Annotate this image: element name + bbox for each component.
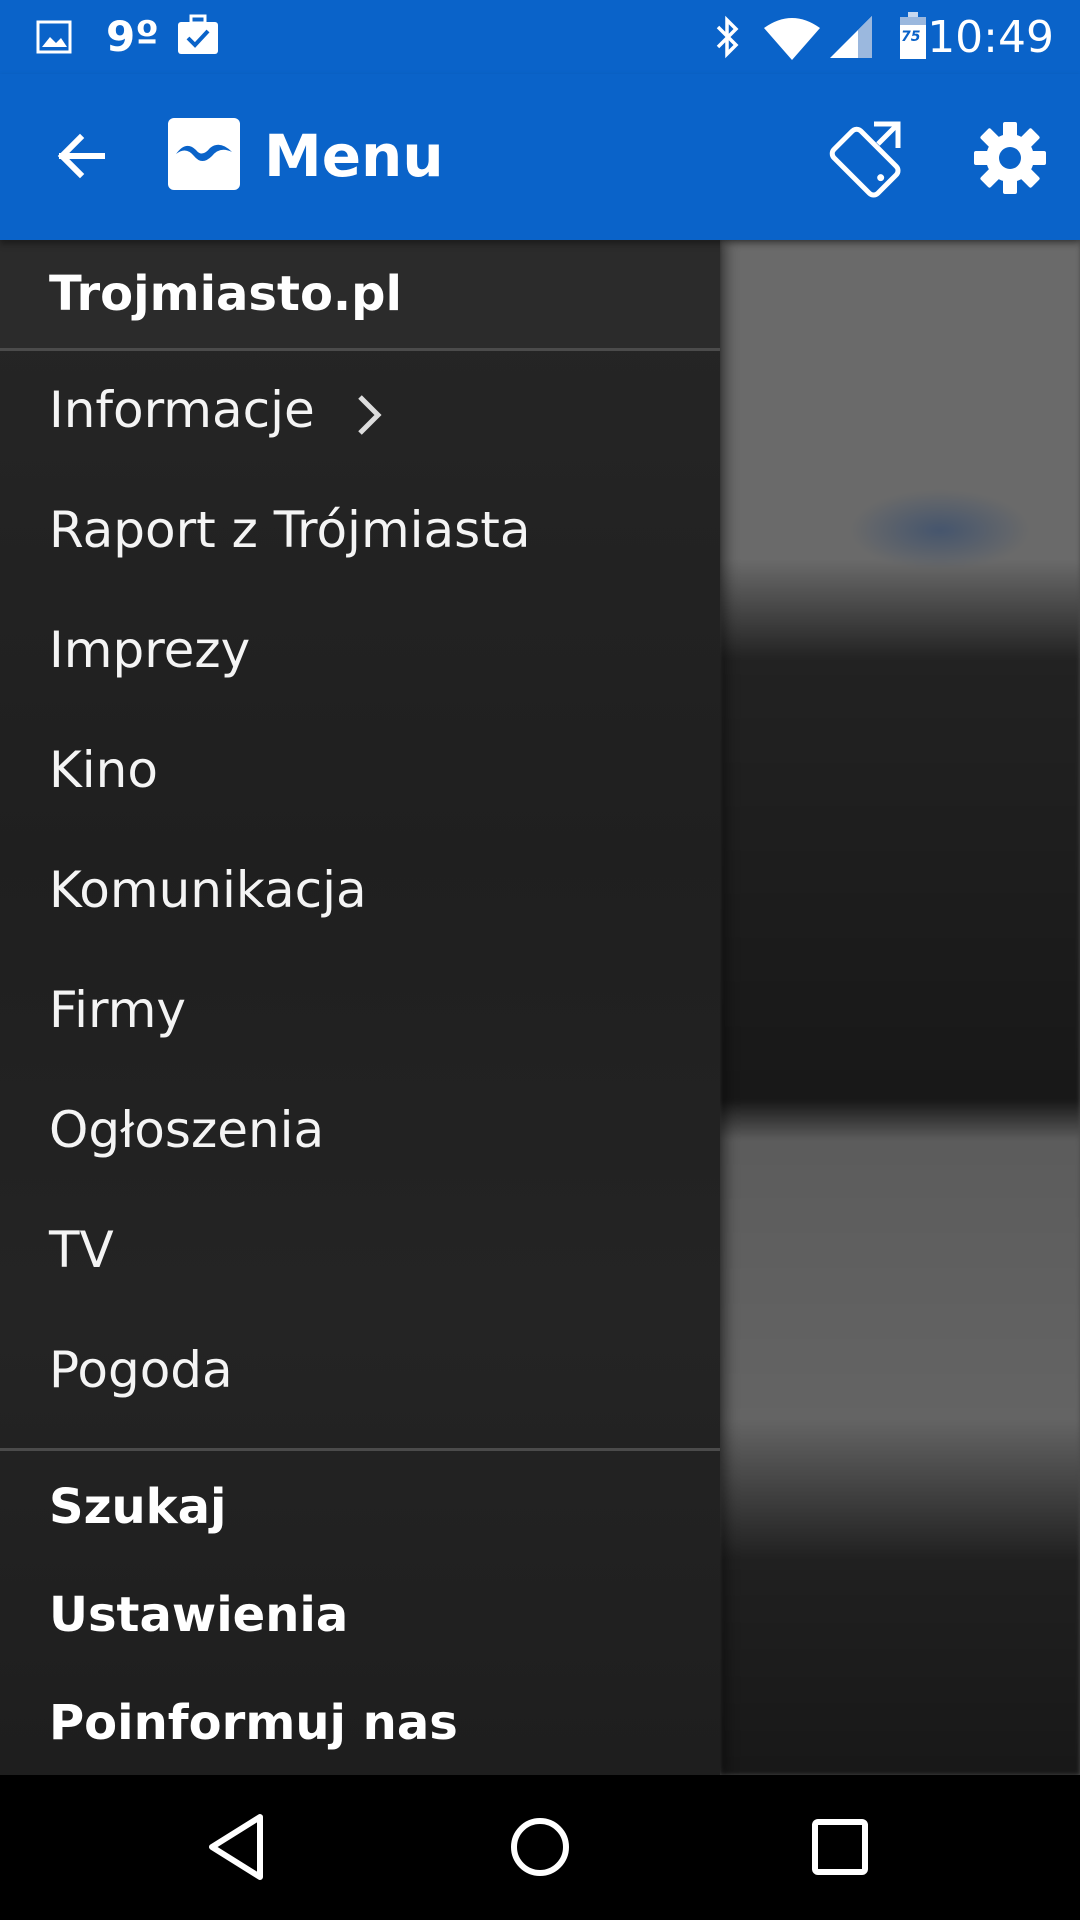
cell-signal-icon xyxy=(830,16,872,58)
work-notification-icon xyxy=(178,14,218,54)
status-temperature: 9º xyxy=(106,12,159,61)
menu-item-label: Firmy xyxy=(49,981,186,1039)
footer-item-poinformuj[interactable]: Poinformuj nas xyxy=(0,1669,720,1777)
drawer-divider xyxy=(0,1448,720,1451)
menu-item-imprezy[interactable]: Imprezy xyxy=(0,591,720,711)
menu-item-label: Kino xyxy=(49,741,158,799)
menu-item-ogloszenia[interactable]: Ogłoszenia xyxy=(0,1071,720,1191)
menu-item-label: Komunikacja xyxy=(49,861,367,919)
back-arrow-icon[interactable] xyxy=(52,126,112,186)
menu-item-label: Imprezy xyxy=(49,621,251,679)
wifi-icon xyxy=(764,18,820,60)
menu-item-raport[interactable]: Raport z Trójmiasta xyxy=(0,471,720,591)
nav-back-icon[interactable] xyxy=(200,1807,280,1887)
app-bar: Menu xyxy=(0,74,1080,240)
rotate-screen-icon[interactable] xyxy=(818,112,908,202)
menu-item-label: TV xyxy=(49,1221,114,1279)
footer-item-label: Szukaj xyxy=(49,1479,227,1535)
footer-item-label: Poinformuj nas xyxy=(49,1695,458,1751)
screen: 9º 75 10:49 Menu Trojmiasto.pl Informacj… xyxy=(0,0,1080,1920)
status-time: 10:49 xyxy=(927,12,1054,63)
system-nav-bar xyxy=(0,1775,1080,1920)
nav-home-icon[interactable] xyxy=(500,1807,580,1887)
status-bar: 9º 75 10:49 xyxy=(0,0,1080,74)
menu-item-label: Ogłoszenia xyxy=(49,1101,325,1159)
menu-item-firmy[interactable]: Firmy xyxy=(0,951,720,1071)
footer-item-szukaj[interactable]: Szukaj xyxy=(0,1453,720,1561)
menu-item-label: Raport z Trójmiasta xyxy=(49,501,531,559)
footer-item-ustawienia[interactable]: Ustawienia xyxy=(0,1561,720,1669)
menu-item-tv[interactable]: TV xyxy=(0,1191,720,1311)
battery-level: 75 xyxy=(901,29,921,45)
menu-item-pogoda[interactable]: Pogoda xyxy=(0,1311,720,1431)
drawer-header-title: Trojmiasto.pl xyxy=(49,266,402,322)
image-notification-icon xyxy=(36,20,72,54)
nav-recents-icon[interactable] xyxy=(800,1807,880,1887)
bluetooth-icon xyxy=(716,15,739,59)
page-title: Menu xyxy=(264,122,444,190)
menu-item-label: Pogoda xyxy=(49,1341,233,1399)
menu-item-kino[interactable]: Kino xyxy=(0,711,720,831)
drawer-header: Trojmiasto.pl xyxy=(0,240,720,351)
menu-item-label: Informacje xyxy=(49,381,315,439)
app-logo-icon xyxy=(168,118,240,190)
menu-item-komunikacja[interactable]: Komunikacja xyxy=(0,831,720,951)
footer-item-label: Ustawienia xyxy=(49,1587,349,1643)
navigation-drawer: Trojmiasto.pl Informacje Raport z Trójmi… xyxy=(0,240,720,1775)
chevron-right-icon xyxy=(358,395,382,435)
settings-gear-icon[interactable] xyxy=(970,118,1050,198)
menu-item-informacje[interactable]: Informacje xyxy=(0,351,720,471)
background-content xyxy=(720,240,1080,1775)
